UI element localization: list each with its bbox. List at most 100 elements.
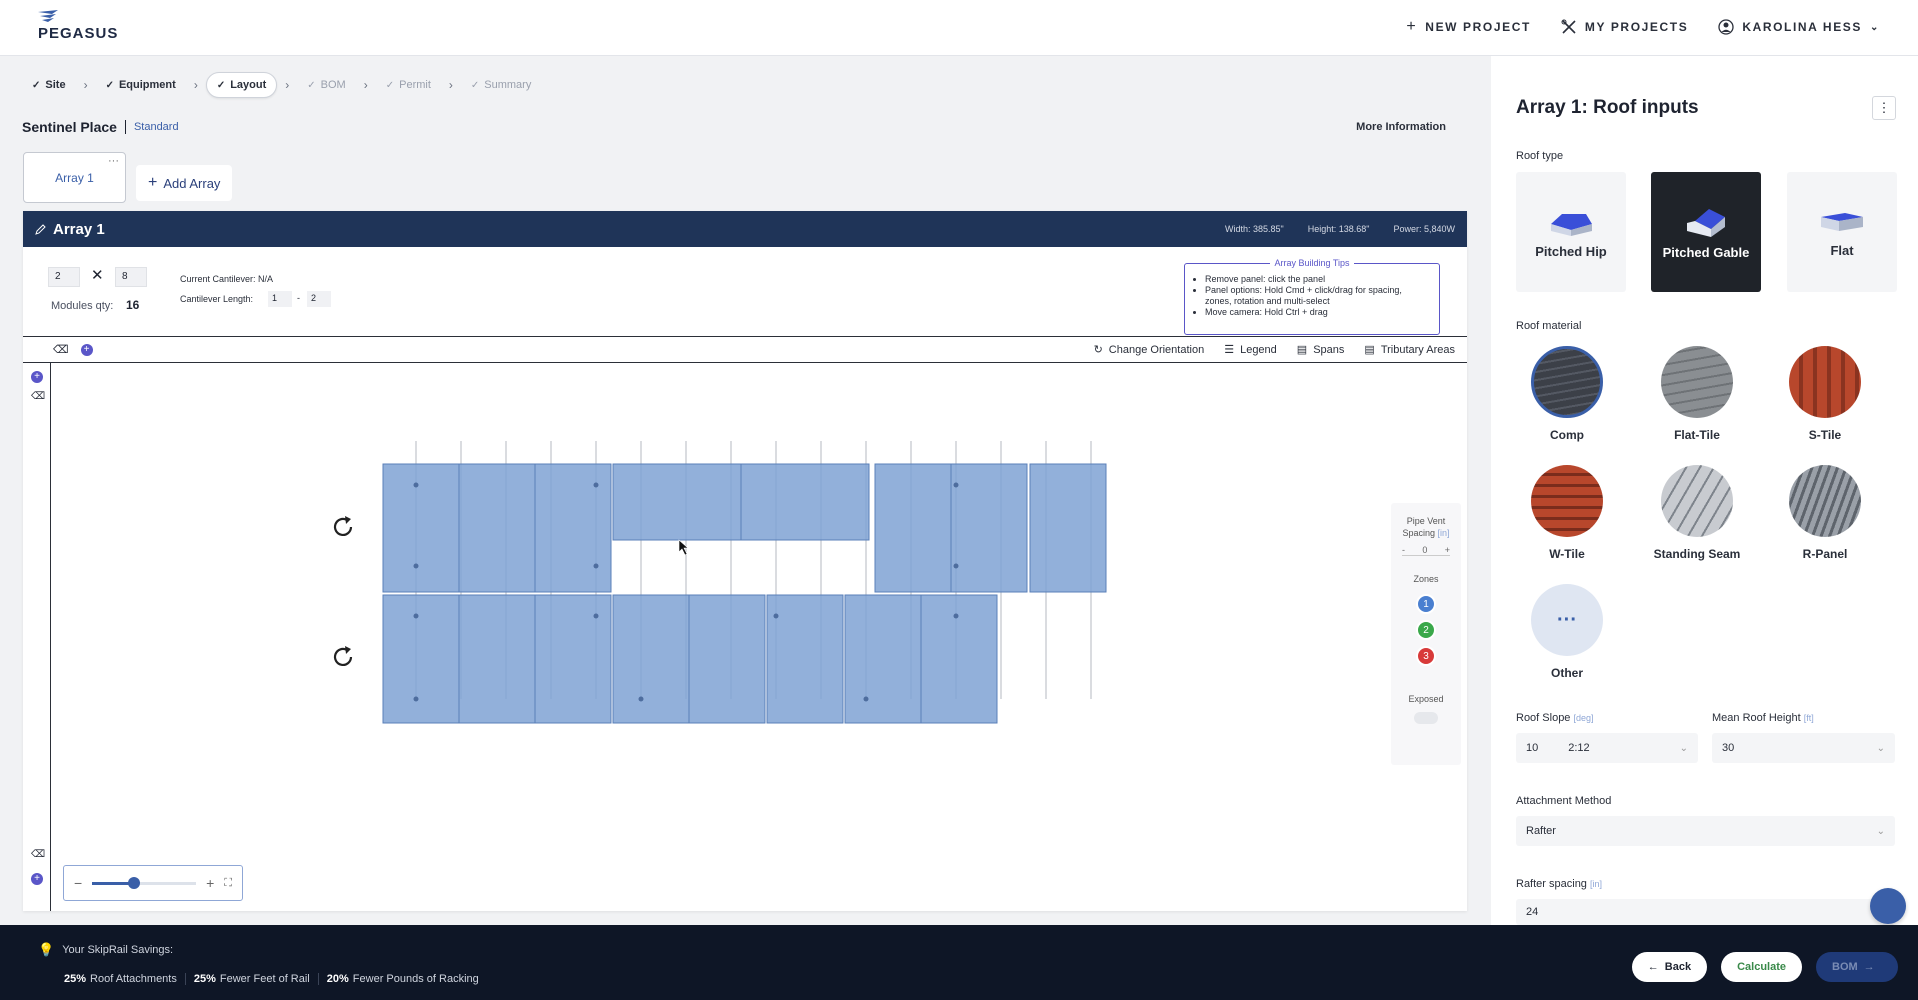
zone-3-toggle[interactable]: 3 [1416,646,1436,666]
arrow-right-icon: → [1863,961,1875,973]
savings-item: 20% Fewer Pounds of Racking [317,973,487,985]
spans-button[interactable]: ▤ Spans [1297,343,1345,357]
mean-roof-height-label: Mean Roof Height [ft] [1712,712,1814,724]
exposed-toggle[interactable] [1414,712,1438,724]
add-array-button[interactable]: + Add Array [136,165,233,201]
step-summary[interactable]: ✓ Summary [461,73,541,97]
times-icon: ✕ [91,267,104,284]
zoom-handle[interactable] [127,876,140,889]
array-width: Width: 385.85" [1224,224,1284,234]
columns-input[interactable]: 8 [115,267,147,287]
step-equipment[interactable]: ✓ Equipment [96,73,186,97]
chat-support-icon[interactable] [1870,888,1906,924]
cantilever-max-input[interactable]: 2 [307,291,331,307]
solar-panel [844,594,922,724]
array-power: Power: 5,840W [1393,224,1455,234]
rotate-row-2-icon[interactable] [329,643,357,671]
more-information-link[interactable]: More Information [1356,121,1446,133]
material-w-tile[interactable]: W-Tile [1512,465,1622,561]
rafter-spacing-label: Rafter spacing [in] [1516,878,1603,890]
solar-panel [458,463,536,593]
standing-seam-swatch [1661,465,1733,537]
doc-icon: ▤ [1364,344,1375,356]
pipe-vent-stepper[interactable]: - 0 + [1402,545,1450,556]
arrow-left-icon: ← [1647,961,1659,973]
more-icon[interactable]: ··· [108,155,119,167]
zoom-out-button[interactable]: − [74,875,82,891]
zoom-in-button[interactable]: + [206,875,214,891]
fit-view-icon[interactable]: ⛶ [224,877,232,890]
project-type-link[interactable]: Standard [134,121,179,133]
tab-array-1[interactable]: Array 1 ··· [23,152,126,203]
list-icon: ☰ [1224,344,1235,356]
plus-icon: + [1406,18,1418,35]
solar-panel [534,594,612,724]
layout-canvas[interactable]: + ⌫ ⌫ + Pipe Vent Spacing [in] - 0 + Zon… [23,363,1467,911]
zone-1-toggle[interactable]: 1 [1416,594,1436,614]
material-r-panel[interactable]: R-Panel [1770,465,1880,561]
roof-type-flat[interactable]: Flat [1787,172,1897,292]
roof-type-pitched-gable[interactable]: Pitched Gable [1651,172,1761,292]
comp-shingle-swatch [1531,346,1603,418]
new-project-link[interactable]: + NEW PROJECT [1406,18,1531,36]
step-site[interactable]: ✓ Site [22,73,76,97]
solar-panel [458,594,536,724]
eraser-icon[interactable]: ⌫ [53,343,69,356]
top-navbar: PEGASUS + NEW PROJECT MY PROJECTS KAROLI… [0,0,1918,56]
solar-panel [874,463,952,593]
material-other[interactable]: ··· Other [1512,584,1622,680]
material-flat-tile[interactable]: Flat-Tile [1642,346,1752,442]
rotate-row-1-icon[interactable] [329,513,357,541]
array-panel: Array 1 Width: 385.85" Height: 138.68" P… [23,211,1467,911]
user-menu[interactable]: KAROLINA HESS ⌄ [1718,19,1880,35]
tip-item: Remove panel: click the panel [1205,274,1429,285]
chevron-down-icon: ⌄ [1679,742,1688,754]
zoom-slider[interactable] [92,876,197,889]
material-comp[interactable]: Comp [1512,346,1622,442]
modules-qty-value: 16 [126,298,140,312]
step-bom[interactable]: ✓ BOM [297,73,355,97]
check-icon: ✓ [216,79,226,91]
add-circle-icon[interactable]: + [80,343,93,356]
zone-2-toggle[interactable]: 2 [1416,620,1436,640]
material-standing-seam[interactable]: Standing Seam [1642,465,1752,561]
change-orientation-button[interactable]: ↻ Change Orientation [1094,343,1205,357]
attachment-method-select[interactable]: Rafter ⌄ [1516,816,1895,846]
bottom-bar: 💡 Your SkipRail Savings: 25% Roof Attachm… [0,925,1918,1000]
pipe-vent-zones-widget: Pipe Vent Spacing [in] - 0 + Zones 1 2 3… [1391,503,1461,765]
pipe-vent-label: Pipe Vent Spacing [in] [1402,516,1450,538]
cantilever-min-input[interactable]: 1 [268,291,292,307]
material-s-tile[interactable]: S-Tile [1770,346,1880,442]
array-height: Height: 138.68" [1307,224,1370,234]
array-title: Array 1 [53,220,105,238]
solar-panels[interactable] [382,463,1107,724]
roof-slope-label: Roof Slope [deg] [1516,712,1594,724]
solar-panel [950,463,1028,593]
rows-input[interactable]: 2 [48,267,80,287]
modules-qty-label: Modules qty: [51,300,114,312]
flat-roof-icon [1821,212,1863,231]
chevron-right-icon: › [448,78,453,92]
edit-icon[interactable] [35,223,47,235]
pegasus-logo[interactable]: PEGASUS [38,10,118,42]
lightbulb-icon: 💡 [38,942,55,957]
legend-button[interactable]: ☰ Legend [1224,343,1277,357]
rafter-spacing-input[interactable]: 24 [1516,899,1895,925]
mean-roof-height-select[interactable]: 30 ⌄ [1712,733,1895,763]
my-projects-link[interactable]: MY PROJECTS [1561,19,1688,35]
workflow-stepper: ✓ Site › ✓ Equipment › ✓ Layout › ✓ BOM › ✓ P… [22,69,541,101]
kebab-menu-icon[interactable]: ⋮ [1872,96,1896,120]
solar-panel [688,594,766,724]
roof-type-pitched-hip[interactable]: Pitched Hip [1516,172,1626,292]
step-layout[interactable]: ✓ Layout [205,72,278,98]
step-permit[interactable]: ✓ Permit [376,73,441,97]
calculate-button[interactable]: Calculate [1721,952,1802,982]
plus-icon: + [148,174,158,191]
check-icon: ✓ [32,79,41,91]
tributary-areas-button[interactable]: ▤ Tributary Areas [1364,343,1455,357]
roof-slope-select[interactable]: 10 2:12 ⌄ [1516,733,1698,763]
project-header: Sentinel Place Standard More Information [22,119,1466,135]
bom-button[interactable]: BOM → [1816,952,1898,982]
back-button[interactable]: ← Back [1631,952,1708,982]
chevron-down-icon: ⌄ [1876,825,1885,837]
